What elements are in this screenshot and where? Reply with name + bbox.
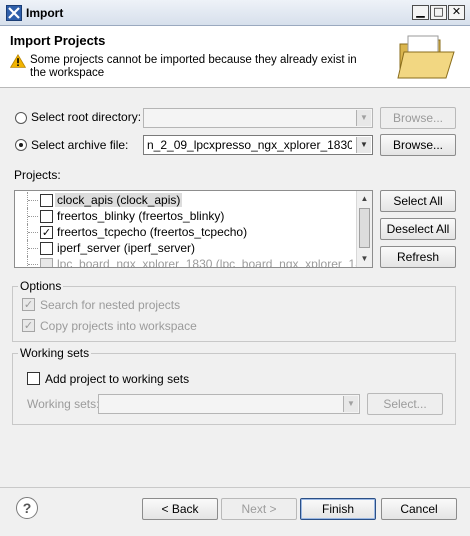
minimize-button[interactable]: ▁	[412, 5, 429, 20]
tree-connector	[27, 240, 38, 256]
root-directory-combo[interactable]: ▼	[143, 108, 373, 128]
list-item[interactable]: clock_apis (clock_apis)	[15, 192, 355, 208]
project-checkbox[interactable]	[40, 258, 53, 267]
tree-connector	[27, 256, 38, 267]
working-sets-combo[interactable]: ▼	[98, 394, 360, 414]
projects-scrollbar[interactable]: ▲ ▼	[356, 191, 372, 267]
finish-button[interactable]: Finish	[300, 498, 376, 520]
minimize-icon: ▁	[416, 5, 425, 18]
tree-connector	[27, 192, 38, 208]
footer-divider	[0, 487, 470, 488]
project-checkbox[interactable]	[40, 210, 53, 223]
checkmark-icon: ✓	[41, 226, 52, 239]
options-group	[12, 286, 456, 342]
project-checkbox[interactable]	[40, 194, 53, 207]
project-checkbox[interactable]: ✓	[40, 226, 53, 239]
working-sets-label: Working sets:	[27, 397, 100, 411]
checkmark-icon: ✓	[23, 319, 34, 332]
project-label: iperf_server (iperf_server)	[57, 241, 196, 255]
search-nested-checkbox[interactable]: ✓	[22, 298, 35, 311]
add-to-working-sets-label: Add project to working sets	[45, 372, 190, 386]
project-label: freertos_blinky (freertos_blinky)	[57, 209, 225, 223]
archive-browse-button[interactable]: Browse...	[380, 134, 456, 156]
tree-connector	[27, 208, 38, 224]
projects-label: Projects:	[14, 168, 61, 182]
root-directory-radio[interactable]	[15, 112, 27, 124]
warning-message: Some projects cannot be imported because…	[30, 54, 357, 79]
maximize-button[interactable]: □	[430, 5, 447, 20]
chevron-down-icon: ▼	[356, 137, 371, 153]
list-item[interactable]: iperf_server (iperf_server)	[15, 240, 355, 256]
warning-icon	[10, 54, 26, 68]
folder-icon	[397, 35, 455, 79]
list-item[interactable]: lpc_board_ngx_xplorer_1830 (lpc_board_ng…	[15, 256, 372, 267]
options-group-title: Options	[18, 279, 64, 293]
list-item[interactable]: freertos_blinky (freertos_blinky)	[15, 208, 355, 224]
back-button[interactable]: < Back	[142, 498, 218, 520]
add-to-working-sets-checkbox[interactable]	[27, 372, 40, 385]
next-button[interactable]: Next >	[221, 498, 297, 520]
title-bar: Import ▁ □ ✕	[0, 0, 470, 26]
refresh-button[interactable]: Refresh	[380, 246, 456, 268]
chevron-down-icon: ▼	[343, 396, 358, 412]
close-button[interactable]: ✕	[448, 5, 465, 20]
root-directory-label: Select root directory:	[31, 110, 142, 124]
close-icon: ✕	[451, 5, 462, 18]
deselect-all-button[interactable]: Deselect All	[380, 218, 456, 240]
project-checkbox[interactable]	[40, 242, 53, 255]
list-item[interactable]: ✓ freertos_tcpecho (freertos_tcpecho)	[15, 224, 355, 240]
page-title: Import Projects	[10, 33, 106, 48]
projects-list[interactable]: clock_apis (clock_apis) freertos_blinky …	[14, 190, 373, 268]
help-icon[interactable]: ?	[16, 497, 38, 519]
project-label: freertos_tcpecho (freertos_tcpecho)	[57, 225, 248, 239]
select-all-button[interactable]: Select All	[380, 190, 456, 212]
chevron-down-icon: ▼	[356, 110, 371, 126]
project-label: clock_apis (clock_apis)	[55, 193, 183, 207]
project-label: lpc_board_ngx_xplorer_1830 (lpc_board_ng…	[57, 257, 373, 268]
archive-file-radio[interactable]	[15, 139, 27, 151]
root-browse-button[interactable]: Browse...	[380, 107, 456, 129]
archive-file-combo[interactable]: n_2_09_lpcxpresso_ngx_xplorer_1830.zip ▼	[143, 135, 373, 155]
checkmark-icon: ✓	[23, 298, 34, 311]
copy-projects-checkbox[interactable]: ✓	[22, 319, 35, 332]
copy-projects-label: Copy projects into workspace	[40, 319, 197, 333]
tree-connector	[27, 224, 38, 240]
app-icon	[6, 5, 22, 21]
header-banner: Import Projects Some projects cannot be …	[0, 26, 470, 88]
select-working-sets-button[interactable]: Select...	[367, 393, 443, 415]
archive-file-label: Select archive file:	[31, 138, 129, 152]
archive-file-value: n_2_09_lpcxpresso_ngx_xplorer_1830.zip	[147, 138, 352, 152]
scroll-thumb[interactable]	[359, 208, 370, 248]
cancel-button[interactable]: Cancel	[381, 498, 457, 520]
window-title: Import	[26, 6, 64, 20]
scroll-down-icon[interactable]: ▼	[357, 251, 372, 266]
maximize-icon: □	[433, 5, 444, 18]
scroll-up-icon[interactable]: ▲	[357, 191, 372, 206]
search-nested-label: Search for nested projects	[40, 298, 181, 312]
working-sets-group-title: Working sets	[18, 346, 92, 360]
